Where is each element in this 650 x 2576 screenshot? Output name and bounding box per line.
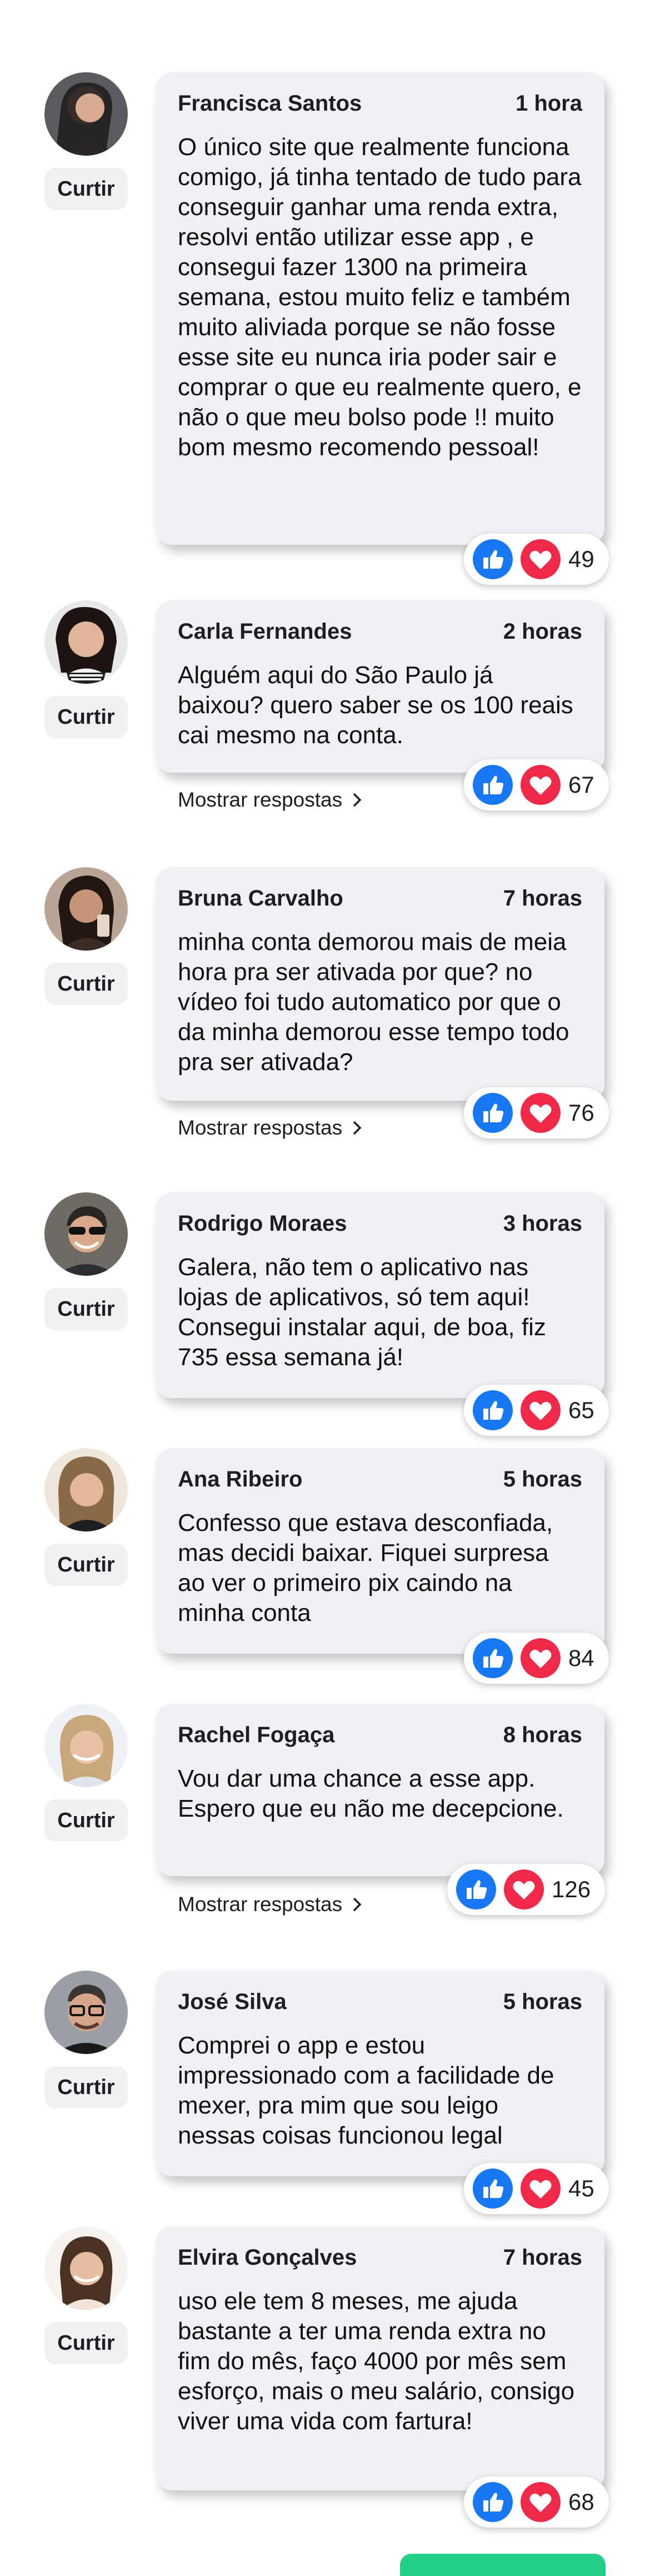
like-button[interactable]: Curtir [44, 1799, 128, 1842]
like-button[interactable]: Curtir [44, 1544, 128, 1586]
reactions-pill[interactable]: 126 [447, 1864, 606, 1915]
comment-text: O único site que realmente funciona comi… [178, 133, 582, 461]
show-replies-link[interactable]: Mostrar respostas [178, 1116, 362, 1140]
like-button[interactable]: Curtir [44, 963, 128, 1005]
heart-icon [521, 1390, 561, 1430]
heart-icon [504, 1869, 544, 1909]
avatar[interactable] [44, 1448, 128, 1531]
comment-header: Rodrigo Moraes 3 horas [178, 1211, 582, 1240]
comment-header: Elvira Gonçalves 7 horas [178, 2245, 582, 2274]
show-replies-label: Mostrar respostas [178, 1116, 343, 1139]
timestamp: 8 horas [503, 1723, 582, 1747]
bottom-action-button[interactable] [400, 2554, 606, 2576]
heart-icon [521, 539, 561, 579]
like-button[interactable]: Curtir [44, 2066, 128, 2108]
timestamp: 5 horas [503, 1990, 582, 2014]
comment-bubble: Ana Ribeiro 5 horas Confesso que estava … [156, 1448, 604, 1654]
avatar[interactable] [44, 1704, 128, 1787]
thumbs-up-icon [473, 2482, 513, 2522]
timestamp: 1 hora [515, 91, 582, 116]
author-name[interactable]: Francisca Santos [178, 91, 362, 116]
reaction-count: 45 [568, 2175, 594, 2201]
reaction-count: 76 [568, 1100, 594, 1126]
thumbs-up-icon [473, 1093, 513, 1133]
avatar[interactable] [44, 867, 128, 951]
thumbs-up-icon [473, 539, 513, 579]
comment-header: Carla Fernandes 2 horas [178, 619, 582, 648]
reactions-pill[interactable]: 68 [464, 2476, 609, 2528]
avatar[interactable] [44, 1971, 128, 2054]
comment-text: Vou dar uma chance a esse app. Espero qu… [178, 1765, 564, 1822]
timestamp: 2 horas [503, 619, 582, 644]
comment-text: Alguém aqui do São Paulo já baixou? quer… [178, 662, 573, 749]
reactions-pill[interactable]: 65 [464, 1385, 609, 1436]
comment-bubble: Rodrigo Moraes 3 horas Galera, não tem o… [156, 1192, 604, 1398]
like-button[interactable]: Curtir [44, 2322, 128, 2364]
chevron-right-icon [353, 1897, 362, 1912]
reaction-count: 126 [552, 1876, 591, 1902]
reaction-count: 67 [568, 772, 594, 798]
reactions-pill[interactable]: 76 [464, 1087, 609, 1138]
comment-bubble: Elvira Gonçalves 7 horas uso ele tem 8 m… [156, 2226, 604, 2490]
comment-bubble: Rachel Fogaça 8 horas Vou dar uma chance… [156, 1704, 604, 1876]
comment-text: Galera, não tem o aplicativo nas lojas d… [178, 1254, 546, 1371]
comment-bubble: Bruna Carvalho 7 horas minha conta demor… [156, 867, 604, 1101]
avatar[interactable] [44, 600, 128, 684]
show-replies-link[interactable]: Mostrar respostas [178, 788, 362, 812]
thumbs-up-icon [473, 2169, 513, 2209]
chevron-right-icon [353, 793, 362, 807]
heart-icon [521, 765, 561, 805]
reaction-count: 49 [568, 546, 594, 572]
heart-icon [521, 2482, 561, 2522]
heart-icon [521, 1093, 561, 1133]
timestamp: 7 horas [503, 2245, 582, 2270]
author-name[interactable]: Rodrigo Moraes [178, 1211, 347, 1236]
comment-header: Bruna Carvalho 7 horas [178, 886, 582, 915]
show-replies-label: Mostrar respostas [178, 1893, 343, 1916]
heart-icon [521, 2169, 561, 2209]
avatar[interactable] [44, 2226, 128, 2310]
avatar[interactable] [44, 1192, 128, 1276]
thumbs-up-icon [456, 1869, 496, 1909]
author-name[interactable]: Elvira Gonçalves [178, 2245, 357, 2270]
show-replies-link[interactable]: Mostrar respostas [178, 1893, 362, 1916]
reactions-pill[interactable]: 84 [464, 1633, 609, 1684]
comment-text: Comprei o app e estou impressionado com … [178, 2032, 554, 2149]
timestamp: 3 horas [503, 1211, 582, 1236]
comment-text: uso ele tem 8 meses, me ajuda bastante a… [178, 2287, 575, 2435]
author-name[interactable]: José Silva [178, 1990, 287, 2015]
avatar[interactable] [44, 72, 128, 156]
comment-bubble: José Silva 5 horas Comprei o app e estou… [156, 1971, 604, 2176]
chevron-right-icon [353, 1121, 362, 1135]
comment-header: José Silva 5 horas [178, 1990, 582, 2018]
heart-icon [521, 1638, 561, 1678]
comment-header: Francisca Santos 1 hora [178, 91, 582, 120]
thumbs-up-icon [473, 1638, 513, 1678]
reactions-pill[interactable]: 45 [464, 2163, 609, 2214]
like-button[interactable]: Curtir [44, 168, 128, 210]
comment-bubble: Francisca Santos 1 hora O único site que… [156, 72, 604, 545]
thumbs-up-icon [473, 765, 513, 805]
reaction-count: 84 [568, 1645, 594, 1671]
reaction-count: 68 [568, 2489, 594, 2515]
thumbs-up-icon [473, 1390, 513, 1430]
comment-bubble: Carla Fernandes 2 horas Alguém aqui do S… [156, 600, 604, 773]
comment-text: Confesso que estava desconfiada, mas dec… [178, 1509, 553, 1627]
comment-header: Rachel Fogaça 8 horas [178, 1723, 582, 1752]
comment-text: minha conta demorou mais de meia hora pr… [178, 928, 569, 1076]
author-name[interactable]: Rachel Fogaça [178, 1723, 334, 1748]
author-name[interactable]: Bruna Carvalho [178, 886, 343, 911]
reactions-pill[interactable]: 67 [464, 759, 609, 810]
author-name[interactable]: Ana Ribeiro [178, 1467, 302, 1492]
like-button[interactable]: Curtir [44, 1288, 128, 1330]
reaction-count: 65 [568, 1397, 594, 1423]
like-button[interactable]: Curtir [44, 696, 128, 738]
comment-header: Ana Ribeiro 5 horas [178, 1467, 582, 1496]
show-replies-label: Mostrar respostas [178, 788, 343, 811]
author-name[interactable]: Carla Fernandes [178, 619, 352, 644]
timestamp: 7 horas [503, 886, 582, 911]
timestamp: 5 horas [503, 1467, 582, 1491]
reactions-pill[interactable]: 49 [464, 534, 609, 585]
